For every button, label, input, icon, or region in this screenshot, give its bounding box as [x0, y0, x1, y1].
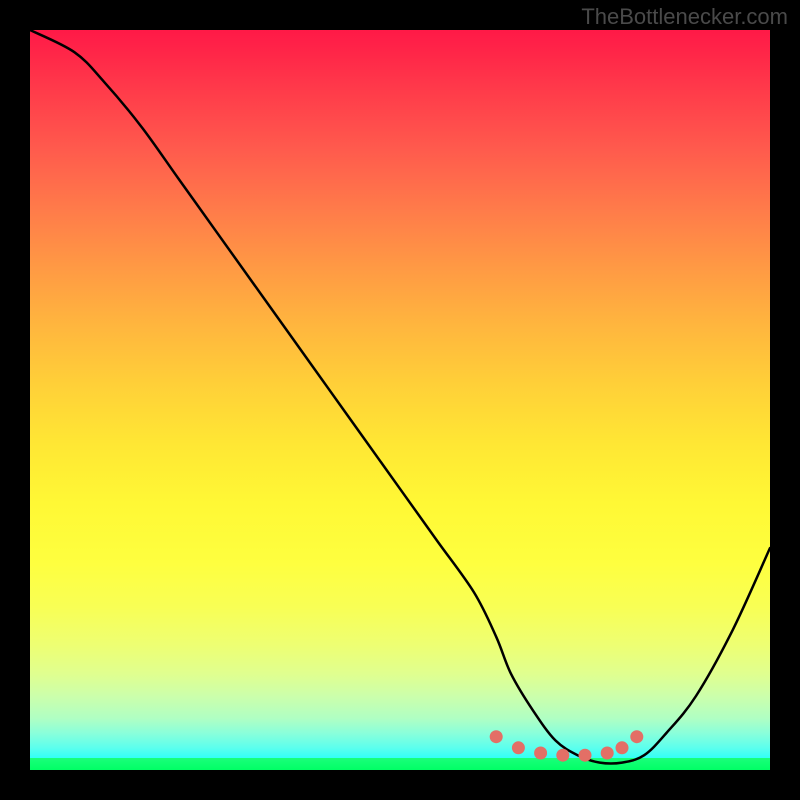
chart-svg [30, 30, 770, 770]
floor-dot [630, 730, 643, 743]
floor-dot [616, 741, 629, 754]
floor-dot [579, 749, 592, 762]
chart-plot-area [30, 30, 770, 770]
floor-dot [556, 749, 569, 762]
floor-dot [490, 730, 503, 743]
floor-dot [534, 746, 547, 759]
floor-dots-group [490, 730, 644, 762]
floor-dot [512, 741, 525, 754]
floor-dot [601, 746, 614, 759]
bottleneck-curve-line [30, 30, 770, 764]
watermark-text: TheBottleneсker.com [581, 4, 788, 30]
